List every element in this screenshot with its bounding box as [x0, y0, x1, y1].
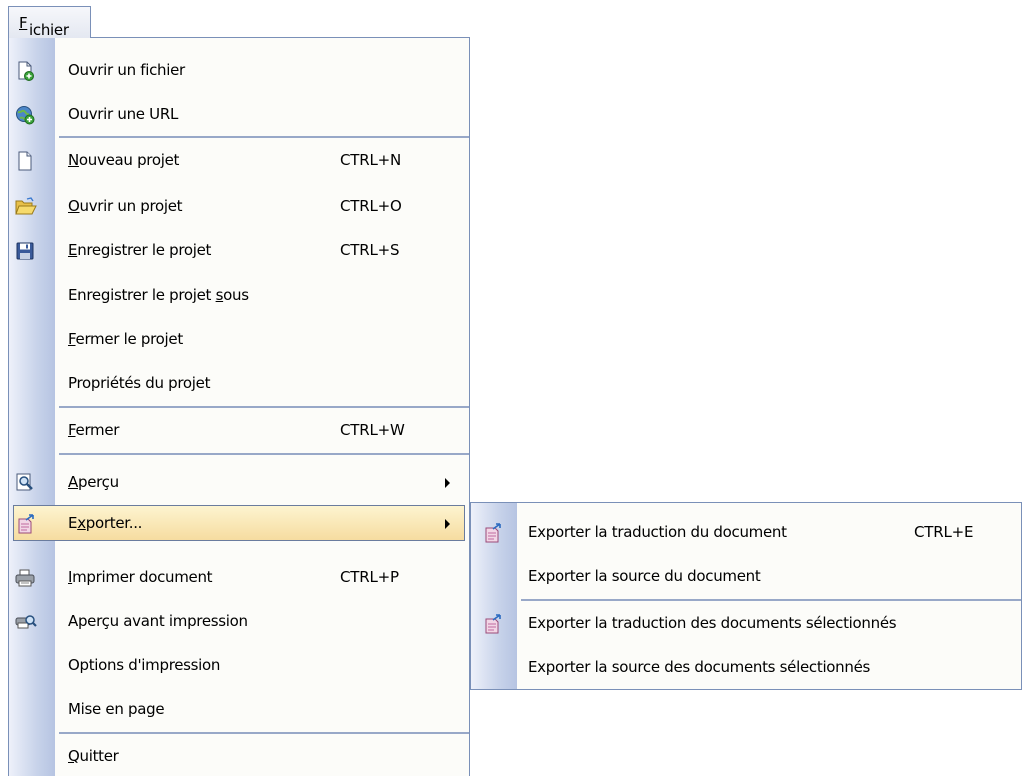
open-url-icon: [15, 105, 35, 125]
submenu-item-export-source[interactable]: Exporter la source du document: [471, 558, 1021, 594]
menu-separator: [59, 136, 469, 138]
export-icon: [483, 614, 503, 634]
submenu-arrow-icon: [445, 519, 450, 529]
printer-icon: [15, 568, 35, 588]
menubar-fichier-label: Fichier: [19, 14, 69, 39]
menu-item-save-project[interactable]: Enregistrer le projet CTRL+S: [9, 232, 469, 268]
open-folder-icon: [15, 197, 37, 217]
shortcut-text: CTRL+E: [914, 523, 974, 541]
open-file-icon: [15, 61, 35, 81]
export-icon: [16, 514, 36, 534]
menu-item-save-project-as[interactable]: Enregistrer le projet sous: [9, 277, 469, 313]
print-preview-icon: [15, 612, 37, 632]
new-project-icon: [15, 151, 35, 171]
export-icon: [483, 523, 503, 543]
submenu-separator: [521, 599, 1021, 601]
menu-item-print-preview[interactable]: Aperçu avant impression: [9, 603, 469, 639]
menu-item-quit[interactable]: Quitter: [9, 738, 469, 774]
submenu-arrow-icon: [445, 478, 450, 488]
shortcut-text: CTRL+P: [340, 568, 399, 586]
menu-item-close-project[interactable]: Fermer le projet: [9, 321, 469, 357]
menu-item-export[interactable]: Exporter...: [13, 505, 465, 541]
menu-separator: [59, 406, 469, 408]
menu-item-print[interactable]: Imprimer document CTRL+P: [9, 559, 469, 595]
submenu-item-export-selected-translations[interactable]: Exporter la traduction des documents sél…: [471, 605, 1021, 641]
shortcut-text: CTRL+S: [340, 241, 400, 259]
menu-item-project-properties[interactable]: Propriétés du projet: [9, 365, 469, 401]
shortcut-text: CTRL+N: [340, 151, 402, 169]
menu-item-open-file[interactable]: Ouvrir un fichier: [9, 52, 469, 88]
shortcut-text: CTRL+W: [340, 421, 405, 439]
fichier-menu: Ouvrir un fichier Ouvrir une URL Nouveau…: [8, 37, 470, 776]
submenu-item-export-selected-sources[interactable]: Exporter la source des documents sélecti…: [471, 649, 1021, 685]
export-submenu: Exporter la traduction du document CTRL+…: [470, 502, 1022, 690]
menu-separator: [59, 732, 469, 734]
menu-item-new-project[interactable]: Nouveau projet CTRL+N: [9, 142, 469, 178]
menu-item-open-url[interactable]: Ouvrir une URL: [9, 96, 469, 132]
menu-item-open-project[interactable]: Ouvrir un projet CTRL+O: [9, 188, 469, 224]
shortcut-text: CTRL+O: [340, 197, 402, 215]
menu-item-preview[interactable]: Aperçu: [9, 464, 469, 500]
save-icon: [15, 241, 35, 261]
menu-item-page-setup[interactable]: Mise en page: [9, 691, 469, 727]
submenu-item-export-translation[interactable]: Exporter la traduction du document CTRL+…: [471, 514, 1021, 550]
menu-item-print-options[interactable]: Options d'impression: [9, 647, 469, 683]
menu-separator: [59, 453, 469, 455]
menubar-fichier[interactable]: Fichier: [8, 6, 91, 39]
menu-item-close[interactable]: Fermer CTRL+W: [9, 412, 469, 448]
preview-icon: [15, 473, 35, 493]
